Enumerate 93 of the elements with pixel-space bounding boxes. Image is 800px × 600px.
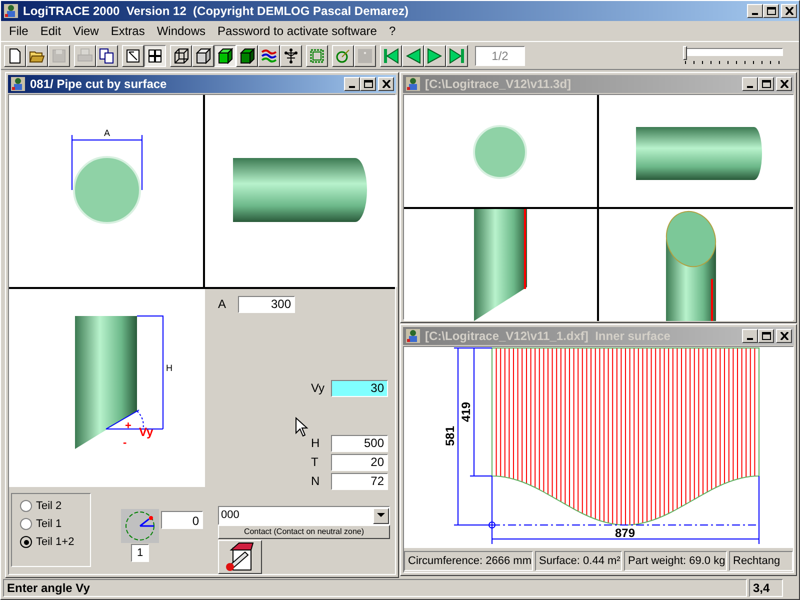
radio-option[interactable]: Teil 2 [20,498,90,514]
first-arrow-icon [383,48,399,64]
app-icon [10,76,26,92]
next-arrow-icon [427,48,443,64]
minimize-button[interactable] [742,329,758,343]
network-icon [283,48,299,64]
toolbar-button[interactable] [144,44,166,66]
dimension-label: A [104,128,110,138]
wave-lines-icon [261,48,277,64]
single-view-icon [125,48,141,64]
width-dimension-line [72,134,142,190]
new-file-icon [7,48,23,64]
mouse-cursor-icon [295,417,309,437]
menu-item[interactable]: View [67,22,105,40]
radio-option[interactable]: Teil 1 [20,516,90,532]
maximize-icon [766,7,776,15]
value-field[interactable]: 300 [238,296,295,312]
house-pencil-icon [225,542,255,572]
toolbar-button[interactable] [214,44,236,66]
menu-item[interactable]: File [3,22,34,40]
copy-icon [99,48,115,64]
maximize-icon [762,332,770,340]
cut-height-label: 419 [459,402,473,422]
close-button[interactable] [781,4,797,18]
circle-icon [335,48,351,64]
menu-item[interactable]: Windows [150,22,212,40]
value-field[interactable]: 30 [331,380,388,396]
value-field[interactable]: 72 [331,472,388,490]
window-title: LogiTRACE 2000 Version 12 (Copyright DEMLOG Pascal Demarez) [23,3,408,20]
previous-arrow-icon [405,48,421,64]
pipe-section-drawing [473,125,527,179]
status-pane: Part weight: 69.0 kg [624,551,727,571]
grid-view-icon [147,48,163,64]
angle-label: Vy [139,425,154,439]
close-icon [780,332,788,340]
menu-item[interactable]: ? [382,22,402,40]
close-button[interactable] [378,77,394,91]
minimize-button[interactable] [344,77,360,91]
cube-icon [195,48,211,64]
plus-sign: + [125,420,132,432]
index-field[interactable]: 1 [131,544,149,562]
slider-thumb[interactable] [683,46,687,60]
contact-button[interactable]: Contact (Contact on neutral zone) [218,525,390,539]
last-arrow-icon [449,48,465,64]
close-button[interactable] [776,329,792,343]
close-icon [382,80,390,88]
cursor-position: 3,4 [749,579,783,597]
app-icon [405,328,421,344]
child-window-title: [C:\Logitrace_V12\v11.3d] [425,76,572,93]
dashed-square-icon [309,48,325,64]
child-window-title: 081/ Pipe cut by surface [30,76,167,93]
wireframe-cube-icon [173,48,189,64]
close-button[interactable] [776,77,792,91]
app-icon [3,3,19,19]
printer-icon [77,48,93,64]
value-field[interactable]: 500 [331,434,388,452]
angle-field[interactable]: 0 [161,511,203,529]
minus-sign: - [123,437,127,449]
field-label: A [218,296,228,313]
menu-item[interactable]: Extras [104,22,151,40]
edit-button[interactable] [218,540,262,574]
field-label: H [311,435,321,452]
field-label: N [311,473,321,490]
height-label: H [166,363,172,373]
maximize-icon [762,80,770,88]
radio-option[interactable]: Teil 1+2 [20,534,90,550]
minimize-button[interactable] [742,77,758,91]
field-label: Vy [311,380,326,397]
maximize-button[interactable] [758,329,774,343]
app-icon [405,76,421,92]
field-label: T [311,454,320,471]
dark-cube-icon [239,48,255,64]
menu-item[interactable]: Password to activate software [212,22,383,40]
angle-dial-icon [121,509,159,543]
status-pane: Rechtang [729,551,793,571]
combo-box[interactable]: 000 [218,506,390,526]
value-field[interactable]: 20 [331,454,388,470]
page-field[interactable]: 1/2 [475,46,525,66]
status-message: Enter angle Vy [3,579,747,597]
maximize-button[interactable] [360,77,376,91]
pipe-section-drawing [73,156,141,224]
maximize-icon [364,80,372,88]
total-height-label: 581 [443,426,457,446]
close-icon [784,7,794,15]
width-label: 879 [614,526,636,540]
maximize-button[interactable] [763,4,779,18]
minimize-button[interactable] [747,4,763,18]
maximize-button[interactable] [758,77,774,91]
status-pane: Surface: 0.44 m² [535,551,622,571]
menu-item[interactable]: Edit [34,22,68,40]
status-pane: Circumference: 2666 mm [404,551,533,571]
solid-cube-icon [217,48,233,64]
close-icon [780,80,788,88]
